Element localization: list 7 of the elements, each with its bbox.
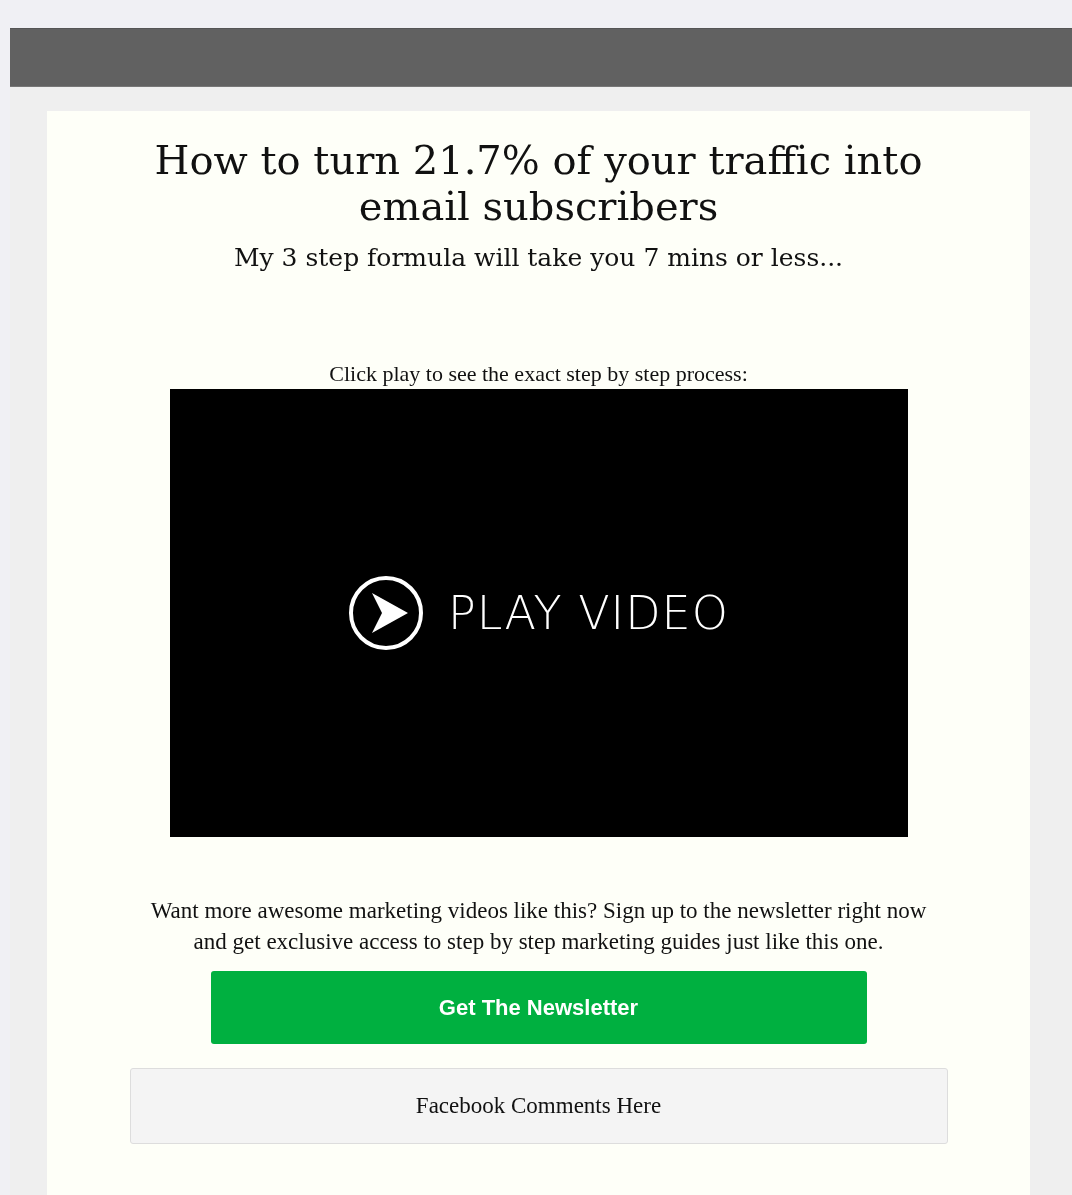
newsletter-pitch: Want more awesome marketing videos like this? Sign up to the newsletter right now and get exclusive access to step by step marketing guides just like this one. <box>149 897 928 956</box>
headline: How to turn 21.7% of your traffic into email subscribers <box>153 137 924 229</box>
video-caption: Click play to see the exact step by step process: <box>329 361 748 387</box>
comments-panel: Facebook Comments Here <box>129 1068 948 1144</box>
play-icon <box>348 575 425 651</box>
play-video-button[interactable]: PLAY VIDEO <box>348 575 729 651</box>
subheadline: My 3 step formula will take you 7 mins or less... <box>233 243 844 272</box>
